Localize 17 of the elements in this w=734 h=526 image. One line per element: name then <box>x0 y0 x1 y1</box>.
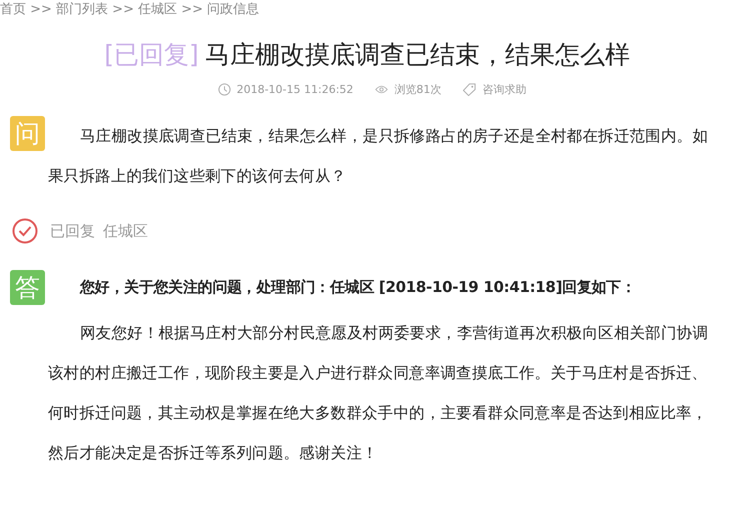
clock-icon <box>218 83 231 96</box>
answer-badge: 答 <box>10 270 45 305</box>
eye-icon <box>375 83 388 96</box>
status-label: [已回复] <box>104 40 199 69</box>
check-circle-icon <box>12 218 38 244</box>
view-count: 浏览81次 <box>394 82 442 97</box>
department: 任城区 <box>103 222 148 240</box>
breadcrumb: 首页 >> 部门列表 >> 任城区 >> 问政信息 <box>0 1 260 18</box>
answer-text: 网友您好！根据马庄村大部分村民意愿及村两委要求，李营街道再次积极向区相关部门协调该村的村庄搬迁工作，现阶段主要是入户进行群众同意率调查摸底工作。关于马庄村是否拆迁、何时拆迁问题，其主动权是掌握在绝大多数群众手中的，主要看群众同意率是否达到相应比率，然后才能决定是否拆迁等系列问题。感谢关注！ <box>48 323 710 464</box>
question-text: 马庄棚改摸底调查已结束，结果怎么样，是只拆修路占的房子还是全村都在拆迁范围内。如果只拆路上的我们这些剩下的该何去何从？ <box>48 126 710 187</box>
page-title: 马庄棚改摸底调查已结束，结果怎么样 <box>204 40 630 69</box>
post-time: 2018-10-15 11:26:52 <box>236 83 354 96</box>
tag-icon <box>463 83 476 96</box>
answer-header: 您好，关于您关注的问题，处理部门：任城区 [2018-10-19 10:41:18]回复如下： <box>80 278 636 297</box>
question-badge: 问 <box>10 116 45 151</box>
reply-status: 已回复 <box>50 222 95 240</box>
category: 咨询求助 <box>482 82 526 97</box>
